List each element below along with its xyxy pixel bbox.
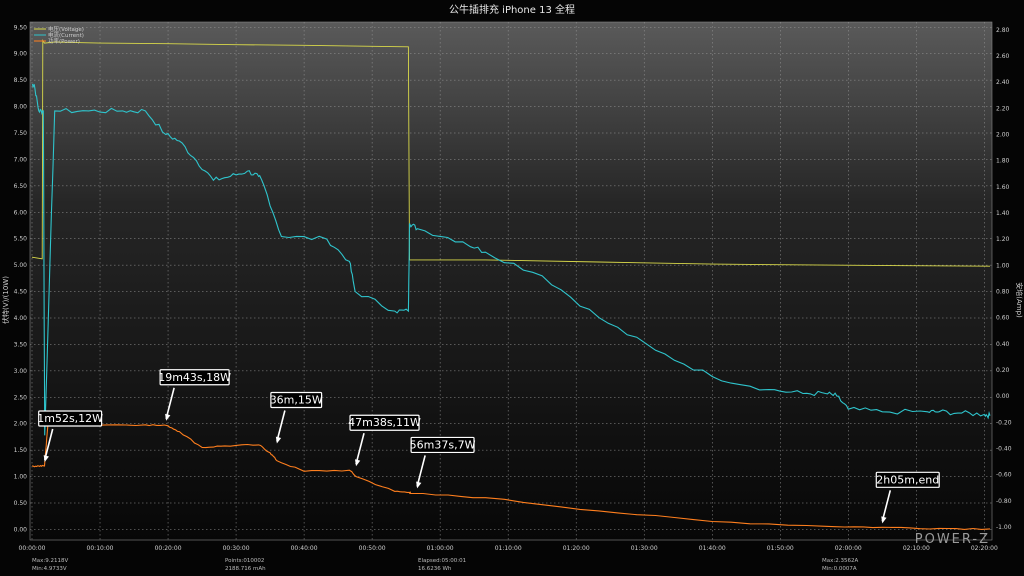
x-tick-label: 02:00:00 (835, 545, 862, 552)
y-tick-label-right: 0.20 (996, 367, 1010, 374)
y-tick-label-left: 3.00 (14, 368, 28, 375)
y-tick-label-right: 2.40 (996, 79, 1010, 86)
energy-stat: 16.6236 Wh (418, 566, 452, 572)
y-tick-label-left: 1.00 (14, 474, 28, 481)
y-tick-label-right: 0.60 (996, 315, 1010, 322)
points-stat: Points:010002 (225, 558, 264, 564)
y-tick-label-left: 0.50 (14, 500, 28, 507)
y-tick-label-right: -0.40 (996, 445, 1012, 452)
y-tick-label-left: 3.50 (14, 341, 28, 348)
chart: 公牛插排充 iPhone 13 全程 00:00:00 00:10:00 00:20… (0, 0, 1024, 576)
y-tick-label-right: 1.00 (996, 262, 1010, 269)
y-tick-label-right: 0.80 (996, 288, 1010, 295)
x-tick-label: 00:10:00 (87, 545, 114, 552)
y-tick-label-left: 6.50 (14, 183, 28, 190)
y-axis-left-label: 伏特(V)/(10W) (1, 276, 10, 324)
annotation-label: 47m38s,11W (348, 416, 421, 429)
annotation-label: 19m43s,18W (158, 371, 231, 384)
y-tick-label-left: 2.00 (14, 421, 28, 428)
y-tick-label-left: 6.00 (14, 209, 28, 216)
annotation-label: 36m,15W (270, 394, 323, 407)
y-tick-label-left: 7.00 (14, 156, 28, 163)
y-tick-label-right: 2.60 (996, 53, 1010, 60)
x-tick-label: 01:10:00 (495, 545, 522, 552)
y-axis-right-label: 安培(Amp) (1015, 282, 1024, 318)
voltage-min-stat: Min:4.9733V (32, 566, 67, 572)
y-tick-label-right: 2.20 (996, 105, 1010, 112)
brand-logo: POWER-Z (915, 532, 990, 547)
x-tick-label: 00:00:00 (19, 545, 46, 552)
y-tick-label-right: -0.20 (996, 419, 1012, 426)
y-tick-label-right: 2.80 (996, 27, 1010, 34)
x-tick-label: 01:00:00 (427, 545, 454, 552)
x-tick-label: 01:30:00 (631, 545, 658, 552)
y-tick-label-left: 5.50 (14, 236, 28, 243)
annotation-label: 2h05m,end (876, 473, 939, 486)
x-tick-label: 01:50:00 (767, 545, 794, 552)
y-tick-label-right: -0.80 (996, 498, 1012, 505)
y-tick-label-right: 0.40 (996, 341, 1010, 348)
y-tick-label-right: 1.20 (996, 236, 1010, 243)
y-tick-label-left: 0.00 (14, 526, 28, 533)
y-tick-label-left: 4.50 (14, 289, 28, 296)
x-tick-label: 00:20:00 (155, 545, 182, 552)
x-tick-label: 01:20:00 (563, 545, 590, 552)
x-tick-label: 00:50:00 (359, 545, 386, 552)
y-tick-label-left: 9.00 (14, 51, 28, 58)
y-tick-label-left: 9.50 (14, 24, 28, 31)
y-tick-label-left: 4.00 (14, 315, 28, 322)
y-tick-label-left: 2.50 (14, 394, 28, 401)
chart-title: 公牛插排充 iPhone 13 全程 (449, 3, 575, 16)
x-tick-label: 00:30:00 (223, 545, 250, 552)
current-max-stat: Max:2.3562A (822, 558, 858, 564)
y-tick-label-left: 8.00 (14, 104, 28, 111)
elapsed-stat: Elapsed:05:00:01 (418, 558, 466, 564)
legend-label: 功率(Power) (48, 37, 80, 45)
y-tick-label-left: 7.50 (14, 130, 28, 137)
y-tick-label-right: 1.60 (996, 184, 1010, 191)
y-tick-label-right: -0.60 (996, 472, 1012, 479)
y-tick-label-right: 2.00 (996, 131, 1010, 138)
annotation-label: 56m37s,7W (410, 438, 476, 451)
y-tick-label-left: 8.50 (14, 77, 28, 84)
y-tick-label-right: 1.80 (996, 158, 1010, 165)
y-tick-label-right: 0.00 (996, 393, 1010, 400)
x-axis: 00:00:00 00:10:00 00:20:00 00:30:00 00:40:00… (19, 545, 998, 552)
legend-label: 电流(Current) (48, 31, 84, 39)
y-tick-label-right: 1.40 (996, 210, 1010, 217)
x-tick-label: 01:40:00 (699, 545, 726, 552)
annotation-label: 1m52s,12W (37, 412, 103, 425)
y-tick-label-left: 1.50 (14, 447, 28, 454)
voltage-max-stat: Max:9.2118V (32, 558, 68, 564)
legend-label: 电压(Voltage) (48, 25, 84, 33)
y-tick-label-right: -1.00 (996, 524, 1012, 531)
plot-area (29, 21, 993, 541)
current-min-stat: Min:0.0007A (822, 566, 857, 572)
x-tick-label: 00:40:00 (291, 545, 318, 552)
y-tick-label-left: 5.00 (14, 262, 28, 269)
capacity-stat: 2188.716 mAh (225, 566, 266, 572)
